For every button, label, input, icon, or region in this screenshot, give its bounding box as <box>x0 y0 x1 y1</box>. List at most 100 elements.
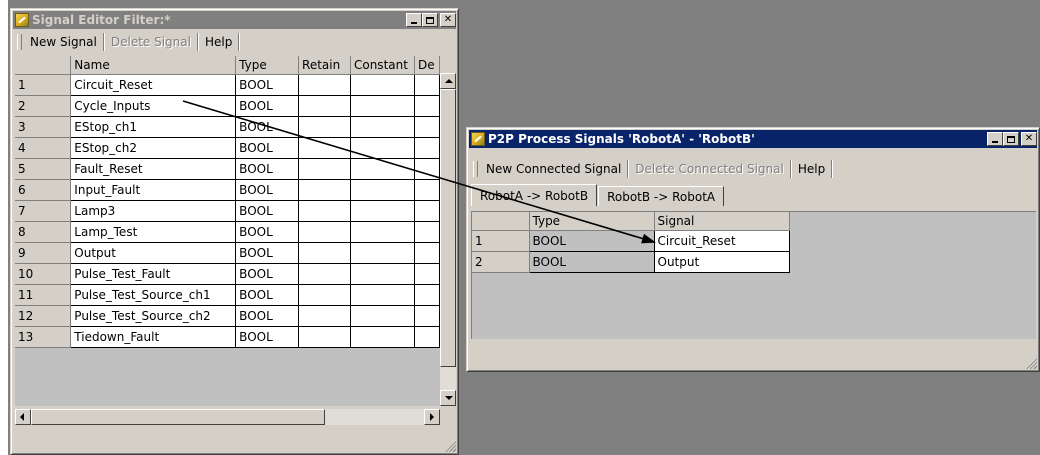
tab-robotb-to-robota[interactable]: RobotB -> RobotA <box>598 186 725 206</box>
row-number[interactable]: 9 <box>15 242 72 264</box>
description-cell[interactable] <box>414 158 440 180</box>
description-cell[interactable] <box>414 137 440 159</box>
constant-cell[interactable] <box>350 221 415 243</box>
signal-type-cell[interactable]: BOOL <box>235 179 300 201</box>
table-row[interactable]: 5 Fault_Reset BOOL <box>15 158 440 180</box>
signal-type-cell[interactable]: BOOL <box>235 137 300 159</box>
scroll-right-icon[interactable] <box>424 409 440 425</box>
table-row[interactable]: 3 EStop_ch1 BOOL <box>15 116 440 138</box>
signal-grid-hscrollbar[interactable] <box>15 409 440 425</box>
row-number[interactable]: 1 <box>472 230 530 252</box>
p2p-titlebar[interactable]: P2P Process Signals 'RobotA' - 'RobotB' … <box>469 130 1037 148</box>
row-number[interactable]: 12 <box>15 305 72 327</box>
connected-signal-cell[interactable]: Output <box>654 251 790 273</box>
column-header-name[interactable]: Name <box>70 56 237 75</box>
toolbar-grip[interactable] <box>473 161 478 177</box>
table-row[interactable]: 1 BOOL Circuit_Reset <box>472 230 790 252</box>
signal-name-cell[interactable]: Pulse_Test_Fault <box>70 263 237 285</box>
hscroll-thumb[interactable] <box>31 409 325 425</box>
column-header-constant[interactable]: Constant <box>350 56 415 75</box>
constant-cell[interactable] <box>350 200 415 222</box>
signal-name-cell[interactable]: Circuit_Reset <box>70 74 237 96</box>
signal-type-cell[interactable]: BOOL <box>235 200 300 222</box>
signal-type-cell[interactable]: BOOL <box>235 242 300 264</box>
constant-cell[interactable] <box>350 263 415 285</box>
signal-name-cell[interactable]: Lamp_Test <box>70 221 237 243</box>
description-cell[interactable] <box>414 200 440 222</box>
signal-type-cell[interactable]: BOOL <box>235 263 300 285</box>
description-cell[interactable] <box>414 116 440 138</box>
description-cell[interactable] <box>414 95 440 117</box>
retain-cell[interactable] <box>298 326 351 348</box>
table-row[interactable]: 10 Pulse_Test_Fault BOOL <box>15 263 440 285</box>
signal-grid-vscrollbar[interactable] <box>440 73 456 406</box>
resize-grip-icon[interactable] <box>444 440 456 452</box>
table-row[interactable]: 2 Cycle_Inputs BOOL <box>15 95 440 117</box>
connected-type-cell[interactable]: BOOL <box>529 230 655 252</box>
table-row[interactable]: 7 Lamp3 BOOL <box>15 200 440 222</box>
connected-type-cell[interactable]: BOOL <box>529 251 655 273</box>
column-header-type[interactable]: Type <box>235 56 300 75</box>
description-cell[interactable] <box>414 179 440 201</box>
description-cell[interactable] <box>414 74 440 96</box>
constant-cell[interactable] <box>350 158 415 180</box>
signal-type-cell[interactable]: BOOL <box>235 326 300 348</box>
delete-connected-signal-button[interactable]: Delete Connected Signal <box>630 160 789 178</box>
row-number[interactable]: 2 <box>472 251 530 273</box>
row-number[interactable]: 2 <box>15 95 72 117</box>
description-cell[interactable] <box>414 326 440 348</box>
constant-cell[interactable] <box>350 116 415 138</box>
scroll-down-icon[interactable] <box>440 390 456 406</box>
new-signal-button[interactable]: New Signal <box>25 33 102 51</box>
row-number[interactable]: 7 <box>15 200 72 222</box>
constant-cell[interactable] <box>350 137 415 159</box>
table-row[interactable]: 8 Lamp_Test BOOL <box>15 221 440 243</box>
table-row[interactable]: 9 Output BOOL <box>15 242 440 264</box>
column-header-type[interactable]: Type <box>529 212 655 231</box>
signal-type-cell[interactable]: BOOL <box>235 116 300 138</box>
table-row[interactable]: 11 Pulse_Test_Source_ch1 BOOL <box>15 284 440 306</box>
signal-editor-titlebar[interactable]: Signal Editor Filter:* ✕ <box>13 11 456 29</box>
table-row[interactable]: 2 BOOL Output <box>472 251 790 273</box>
maximize-icon[interactable] <box>1003 132 1019 146</box>
signal-name-cell[interactable]: Pulse_Test_Source_ch1 <box>70 284 237 306</box>
description-cell[interactable] <box>414 263 440 285</box>
scroll-up-icon[interactable] <box>440 73 456 89</box>
signal-type-cell[interactable]: BOOL <box>235 221 300 243</box>
signal-name-cell[interactable]: Fault_Reset <box>70 158 237 180</box>
signal-name-cell[interactable]: Output <box>70 242 237 264</box>
row-number[interactable]: 11 <box>15 284 72 306</box>
signal-type-cell[interactable]: BOOL <box>235 74 300 96</box>
constant-cell[interactable] <box>350 179 415 201</box>
help-button[interactable]: Help <box>200 33 237 51</box>
row-number[interactable]: 1 <box>15 74 72 96</box>
retain-cell[interactable] <box>298 74 351 96</box>
retain-cell[interactable] <box>298 179 351 201</box>
row-number[interactable]: 10 <box>15 263 72 285</box>
signal-type-cell[interactable]: BOOL <box>235 305 300 327</box>
row-number[interactable]: 13 <box>15 326 72 348</box>
scroll-left-icon[interactable] <box>15 409 31 425</box>
retain-cell[interactable] <box>298 305 351 327</box>
signal-name-cell[interactable]: Input_Fault <box>70 179 237 201</box>
signal-name-cell[interactable]: EStop_ch2 <box>70 137 237 159</box>
constant-cell[interactable] <box>350 326 415 348</box>
tab-robota-to-robotb[interactable]: RobotA -> RobotB <box>471 184 598 206</box>
retain-cell[interactable] <box>298 263 351 285</box>
column-header-retain[interactable]: Retain <box>298 56 351 75</box>
signal-name-cell[interactable]: Tiedown_Fault <box>70 326 237 348</box>
table-row[interactable]: 12 Pulse_Test_Source_ch2 BOOL <box>15 305 440 327</box>
signal-name-cell[interactable]: EStop_ch1 <box>70 116 237 138</box>
table-row[interactable]: 1 Circuit_Reset BOOL <box>15 74 440 96</box>
header-corner[interactable] <box>472 212 530 231</box>
constant-cell[interactable] <box>350 95 415 117</box>
signal-name-cell[interactable]: Cycle_Inputs <box>70 95 237 117</box>
row-number[interactable]: 8 <box>15 221 72 243</box>
description-cell[interactable] <box>414 242 440 264</box>
retain-cell[interactable] <box>298 137 351 159</box>
retain-cell[interactable] <box>298 200 351 222</box>
signal-name-cell[interactable]: Pulse_Test_Source_ch2 <box>70 305 237 327</box>
signal-type-cell[interactable]: BOOL <box>235 158 300 180</box>
table-row[interactable]: 4 EStop_ch2 BOOL <box>15 137 440 159</box>
maximize-icon[interactable] <box>422 13 438 27</box>
